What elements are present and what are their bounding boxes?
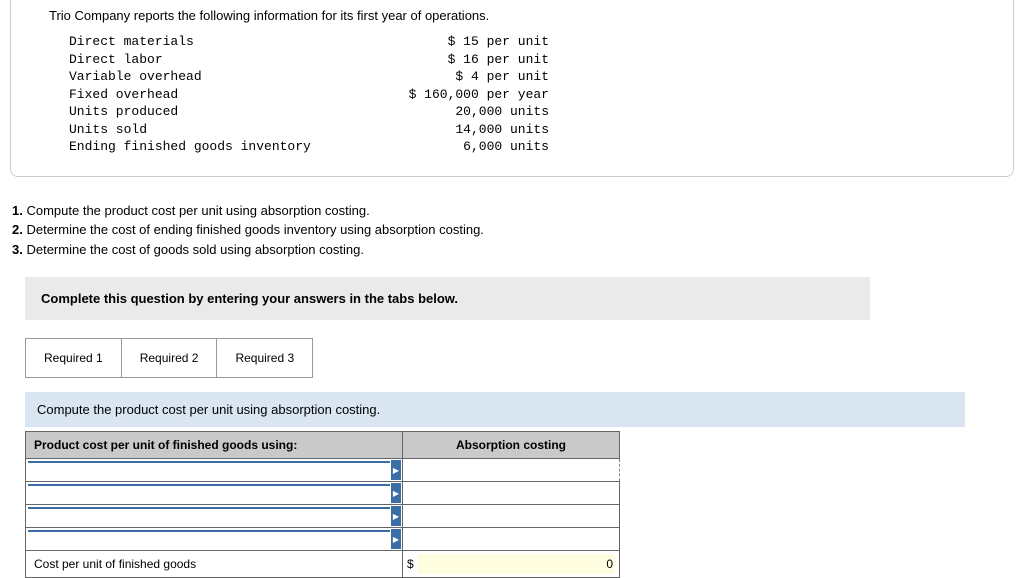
info-label: Units produced xyxy=(69,103,389,121)
question-text: Compute the product cost per unit using … xyxy=(26,203,369,218)
info-label: Ending finished goods inventory xyxy=(69,138,389,156)
cost-value-cell[interactable] xyxy=(403,505,620,528)
info-row: Units sold 14,000 units xyxy=(69,121,975,139)
info-row: Variable overhead $ 4 per unit xyxy=(69,68,975,86)
sub-prompt-banner: Compute the product cost per unit using … xyxy=(25,392,965,427)
question-1: 1. Compute the product cost per unit usi… xyxy=(12,201,1024,221)
currency-symbol: $ xyxy=(407,557,414,571)
info-label: Direct materials xyxy=(69,33,389,51)
info-row: Direct labor $ 16 per unit xyxy=(69,51,975,69)
question-3: 3. Determine the cost of goods sold usin… xyxy=(12,240,1024,260)
tab-bar: Required 1 Required 2 Required 3 xyxy=(25,338,1014,378)
chevron-down-icon[interactable]: ▶ xyxy=(391,483,401,503)
answer-section: Complete this question by entering your … xyxy=(10,277,1014,578)
info-value: 20,000 units xyxy=(389,103,549,121)
info-label: Units sold xyxy=(69,121,389,139)
info-block: Direct materials $ 15 per unit Direct la… xyxy=(69,33,975,156)
info-label: Fixed overhead xyxy=(69,86,389,104)
footer-label: Cost per unit of finished goods xyxy=(26,551,403,578)
problem-intro: Trio Company reports the following infor… xyxy=(49,8,975,23)
cost-value-cell[interactable] xyxy=(403,528,620,551)
cost-item-cell[interactable]: ▶ xyxy=(26,505,403,528)
info-value: 14,000 units xyxy=(389,121,549,139)
cost-item-cell[interactable]: ▶ xyxy=(26,459,403,482)
value-input[interactable] xyxy=(407,460,615,480)
footer-value-cell[interactable]: $ xyxy=(403,551,620,578)
info-row: Direct materials $ 15 per unit xyxy=(69,33,975,51)
info-label: Variable overhead xyxy=(69,68,389,86)
cost-item-cell[interactable]: ▶ xyxy=(26,528,403,551)
info-value: 6,000 units xyxy=(389,138,549,156)
col-header-right: Absorption costing xyxy=(403,432,620,459)
info-row: Fixed overhead $ 160,000 per year xyxy=(69,86,975,104)
tab-required-1[interactable]: Required 1 xyxy=(25,338,122,378)
tab-required-3[interactable]: Required 3 xyxy=(216,338,313,378)
info-label: Direct labor xyxy=(69,51,389,69)
chevron-down-icon[interactable]: ▶ xyxy=(391,506,401,526)
col-header-left: Product cost per unit of finished goods … xyxy=(26,432,403,459)
prompt-banner: Complete this question by entering your … xyxy=(25,277,870,320)
cost-value-cell[interactable] xyxy=(403,459,620,482)
cost-value-cell[interactable] xyxy=(403,482,620,505)
info-value: $ 4 per unit xyxy=(389,68,549,86)
question-text: Determine the cost of goods sold using a… xyxy=(26,242,363,257)
info-row: Units produced 20,000 units xyxy=(69,103,975,121)
total-input[interactable] xyxy=(418,554,615,574)
info-value: $ 160,000 per year xyxy=(389,86,549,104)
info-value: $ 16 per unit xyxy=(389,51,549,69)
cost-item-cell[interactable]: ▶ xyxy=(26,482,403,505)
question-2: 2. Determine the cost of ending finished… xyxy=(12,220,1024,240)
info-value: $ 15 per unit xyxy=(389,33,549,51)
value-input[interactable] xyxy=(407,529,615,549)
tab-required-2[interactable]: Required 2 xyxy=(121,338,218,378)
problem-card: Trio Company reports the following infor… xyxy=(10,0,1014,177)
chevron-down-icon[interactable]: ▶ xyxy=(391,529,401,549)
info-row: Ending finished goods inventory 6,000 un… xyxy=(69,138,975,156)
answer-table: Product cost per unit of finished goods … xyxy=(25,431,620,578)
chevron-down-icon[interactable]: ▶ xyxy=(391,460,401,480)
value-input[interactable] xyxy=(407,506,615,526)
question-list: 1. Compute the product cost per unit usi… xyxy=(12,201,1024,260)
value-input[interactable] xyxy=(407,483,615,503)
question-text: Determine the cost of ending finished go… xyxy=(26,222,483,237)
